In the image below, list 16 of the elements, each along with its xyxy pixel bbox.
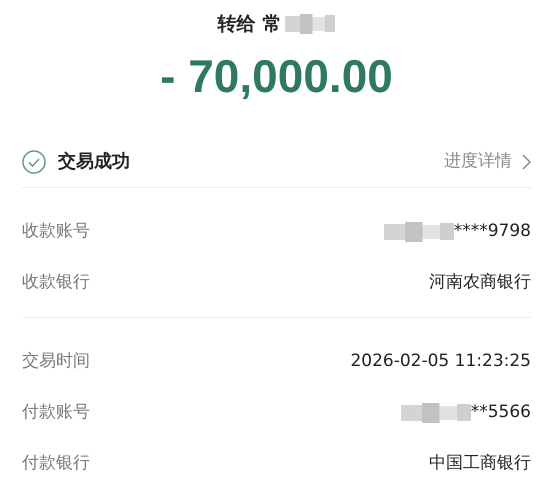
amount: - 70,000.00 [160,52,393,98]
field-label: 交易时间 [22,350,90,374]
field-value: **5566 [470,401,531,424]
field-label: 收款账号 [22,220,90,244]
field-value: 2026-02-05 11:23:25 [350,350,531,374]
field-label: 付款账号 [22,401,90,424]
status-label: 交易成功 [58,150,130,174]
field-value: 中国工商银行 [429,452,531,476]
field-value: 河南农商银行 [429,271,531,294]
field-label: 付款银行 [22,452,90,476]
chevron-right-icon [522,154,531,170]
progress-details-link[interactable]: 进度详情 [444,148,531,174]
check-circle-icon [22,150,46,174]
recipient-title: 转给 常 [218,12,282,37]
field-label: 收款银行 [22,271,90,294]
field-value: ****9798 [454,220,531,244]
